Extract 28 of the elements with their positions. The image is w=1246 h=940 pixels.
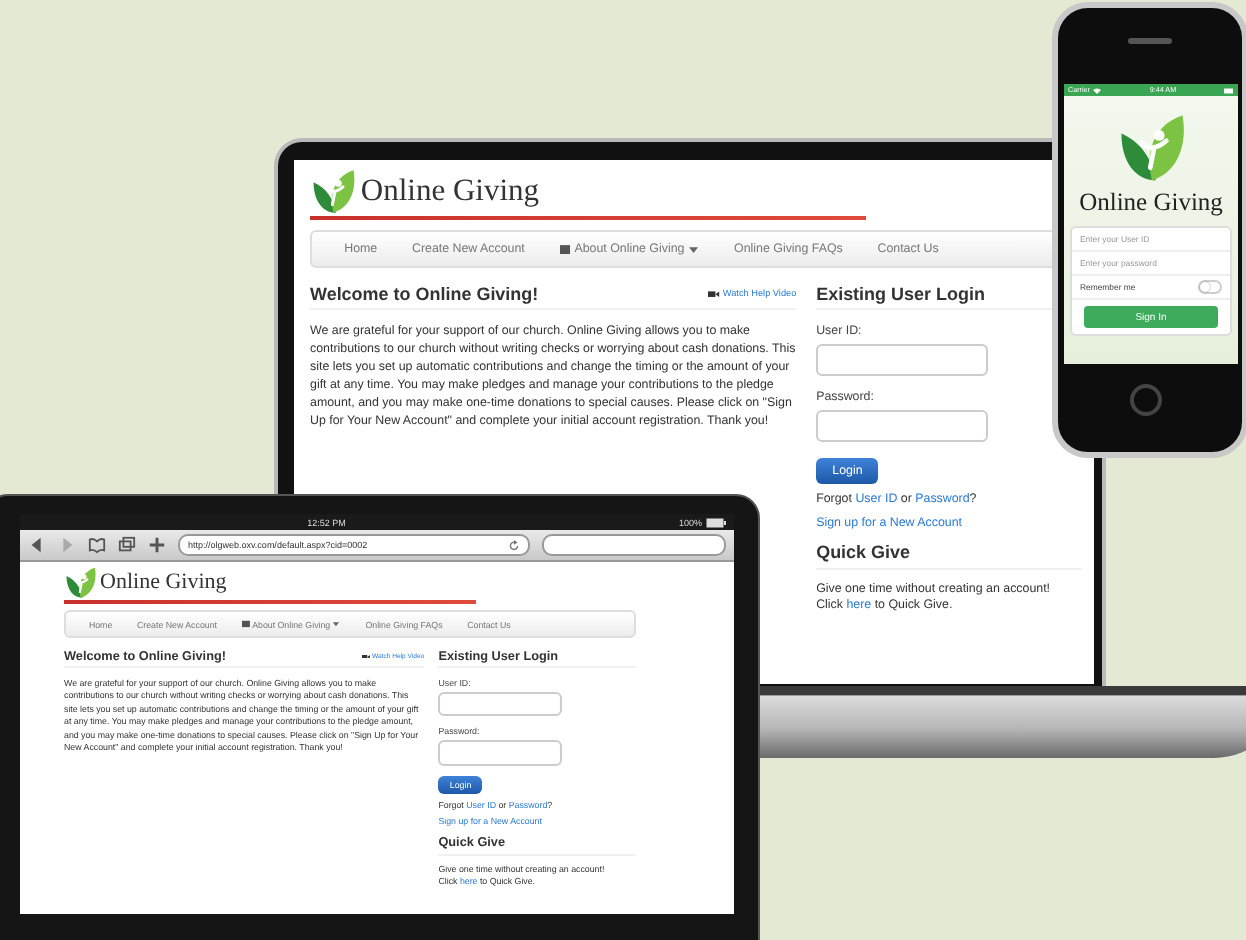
user-id-field[interactable] xyxy=(438,692,562,717)
user-id-field[interactable] xyxy=(816,343,988,377)
reload-icon[interactable] xyxy=(508,539,520,551)
plus-icon[interactable] xyxy=(148,536,166,554)
video-camera-icon xyxy=(362,653,370,659)
tabs-icon[interactable] xyxy=(118,536,136,554)
welcome-heading: Welcome to Online Giving! xyxy=(310,283,539,304)
back-icon[interactable] xyxy=(28,536,46,554)
home-button[interactable] xyxy=(1130,384,1162,416)
video-camera-icon xyxy=(708,289,721,298)
quick-give-heading: Quick Give xyxy=(816,542,913,563)
leaf-logo-icon xyxy=(310,168,358,216)
battery-icon xyxy=(1223,87,1234,93)
battery-icon xyxy=(706,517,726,527)
wifi-icon xyxy=(1091,87,1102,93)
caret-icon xyxy=(332,620,341,629)
password-field[interactable] xyxy=(438,740,562,765)
remember-toggle[interactable] xyxy=(1198,280,1222,294)
caret-icon xyxy=(688,243,700,255)
password-field[interactable] xyxy=(816,410,988,443)
site-logo-text: Online Giving xyxy=(360,173,540,210)
app-logo-text: Online Giving xyxy=(1079,188,1223,218)
site-logo-text: Online Giving xyxy=(100,570,227,595)
search-field[interactable] xyxy=(542,534,726,556)
leaf-logo-icon xyxy=(1115,112,1187,184)
login-heading: Existing User Login xyxy=(816,283,985,304)
phone-speaker xyxy=(1128,38,1172,44)
forward-icon[interactable] xyxy=(58,536,76,554)
